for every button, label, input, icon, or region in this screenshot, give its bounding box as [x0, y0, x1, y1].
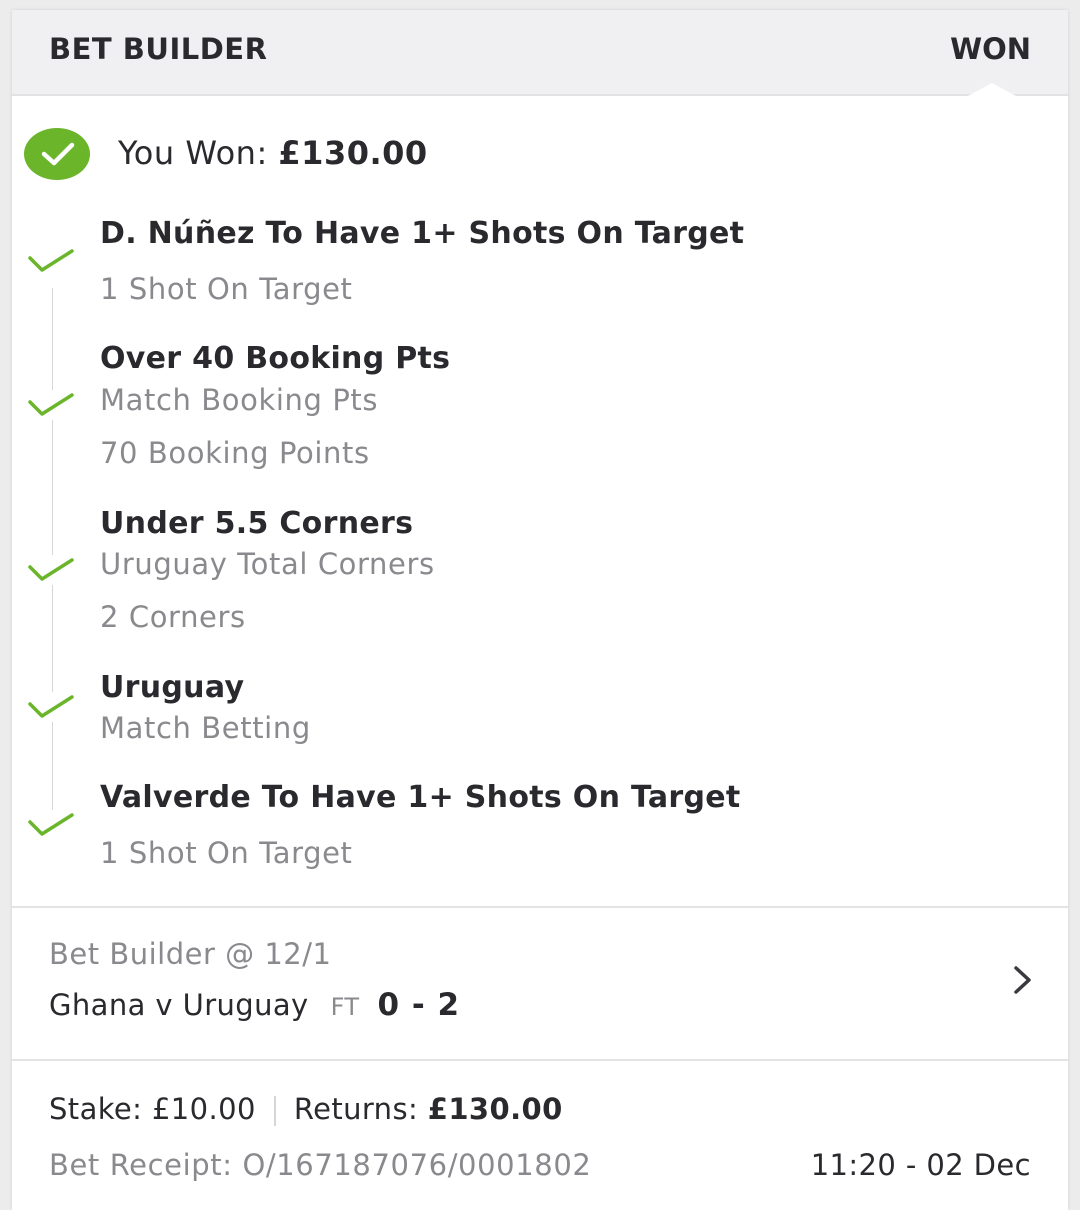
stake-returns-row: Stake: £10.00 Returns: £130.00 — [49, 1092, 563, 1126]
stake-value: £10.00 — [151, 1092, 256, 1126]
match-name: Ghana v Uruguay — [49, 988, 309, 1022]
check-icon — [28, 555, 76, 585]
leg-selection: Valverde To Have 1+ Shots On Target — [100, 780, 741, 815]
check-icon — [28, 390, 76, 420]
leg-outcome: 1 Shot On Target — [100, 272, 353, 306]
winnings-label: You Won: — [118, 134, 268, 172]
match-status: FT — [330, 993, 360, 1021]
bet-receipt: Bet Receipt: O/167187076/0001802 — [49, 1148, 591, 1182]
returns-label: Returns: — [293, 1092, 419, 1126]
stake-label: Stake: — [49, 1092, 143, 1126]
leg-outcome: 70 Booking Points — [100, 436, 370, 470]
winnings-summary: You Won: £130.00 — [118, 134, 428, 172]
leg-outcome: 1 Shot On Target — [100, 836, 353, 870]
leg-market: Uruguay Total Corners — [100, 547, 435, 581]
leg-outcome: 2 Corners — [100, 600, 246, 634]
bet-type-title: BET BUILDER — [49, 32, 268, 66]
leg-selection: D. Núñez To Have 1+ Shots On Target — [100, 216, 745, 251]
leg-selection: Over 40 Booking Pts — [100, 341, 451, 376]
match-info: Ghana v Uruguay FT 0 - 2 — [49, 987, 460, 1023]
odds-value: 12/1 — [264, 937, 332, 971]
check-icon — [28, 810, 76, 840]
bet-status-label: WON — [950, 32, 1031, 66]
separator — [273, 1096, 276, 1126]
leg-selection: Under 5.5 Corners — [100, 506, 414, 541]
placed-time: 11:20 - 02 Dec — [810, 1148, 1031, 1182]
bet-odds: Bet Builder @ 12/1 — [49, 937, 331, 971]
check-icon — [28, 692, 76, 722]
check-icon — [28, 246, 76, 276]
match-score: 0 - 2 — [377, 987, 461, 1023]
receipt-number: O/167187076/0001802 — [242, 1148, 592, 1182]
section-divider — [12, 1059, 1068, 1061]
bet-type-label: Bet Builder @ — [49, 937, 255, 971]
returns-value: £130.00 — [427, 1092, 563, 1126]
leg-selection: Uruguay — [100, 670, 245, 705]
leg-timeline — [52, 288, 53, 818]
winnings-amount: £130.00 — [278, 134, 428, 172]
leg-market: Match Betting — [100, 711, 311, 745]
section-divider — [12, 906, 1068, 908]
bet-card: BET BUILDER WON You Won: £130.00 D. Núñe… — [12, 10, 1068, 1210]
check-circle-icon — [24, 128, 90, 180]
bet-header: BET BUILDER WON — [12, 10, 1068, 97]
leg-market: Match Booking Pts — [100, 383, 379, 417]
receipt-label: Bet Receipt: — [49, 1148, 233, 1182]
header-notch — [966, 83, 1018, 97]
chevron-right-icon[interactable] — [1010, 965, 1036, 995]
